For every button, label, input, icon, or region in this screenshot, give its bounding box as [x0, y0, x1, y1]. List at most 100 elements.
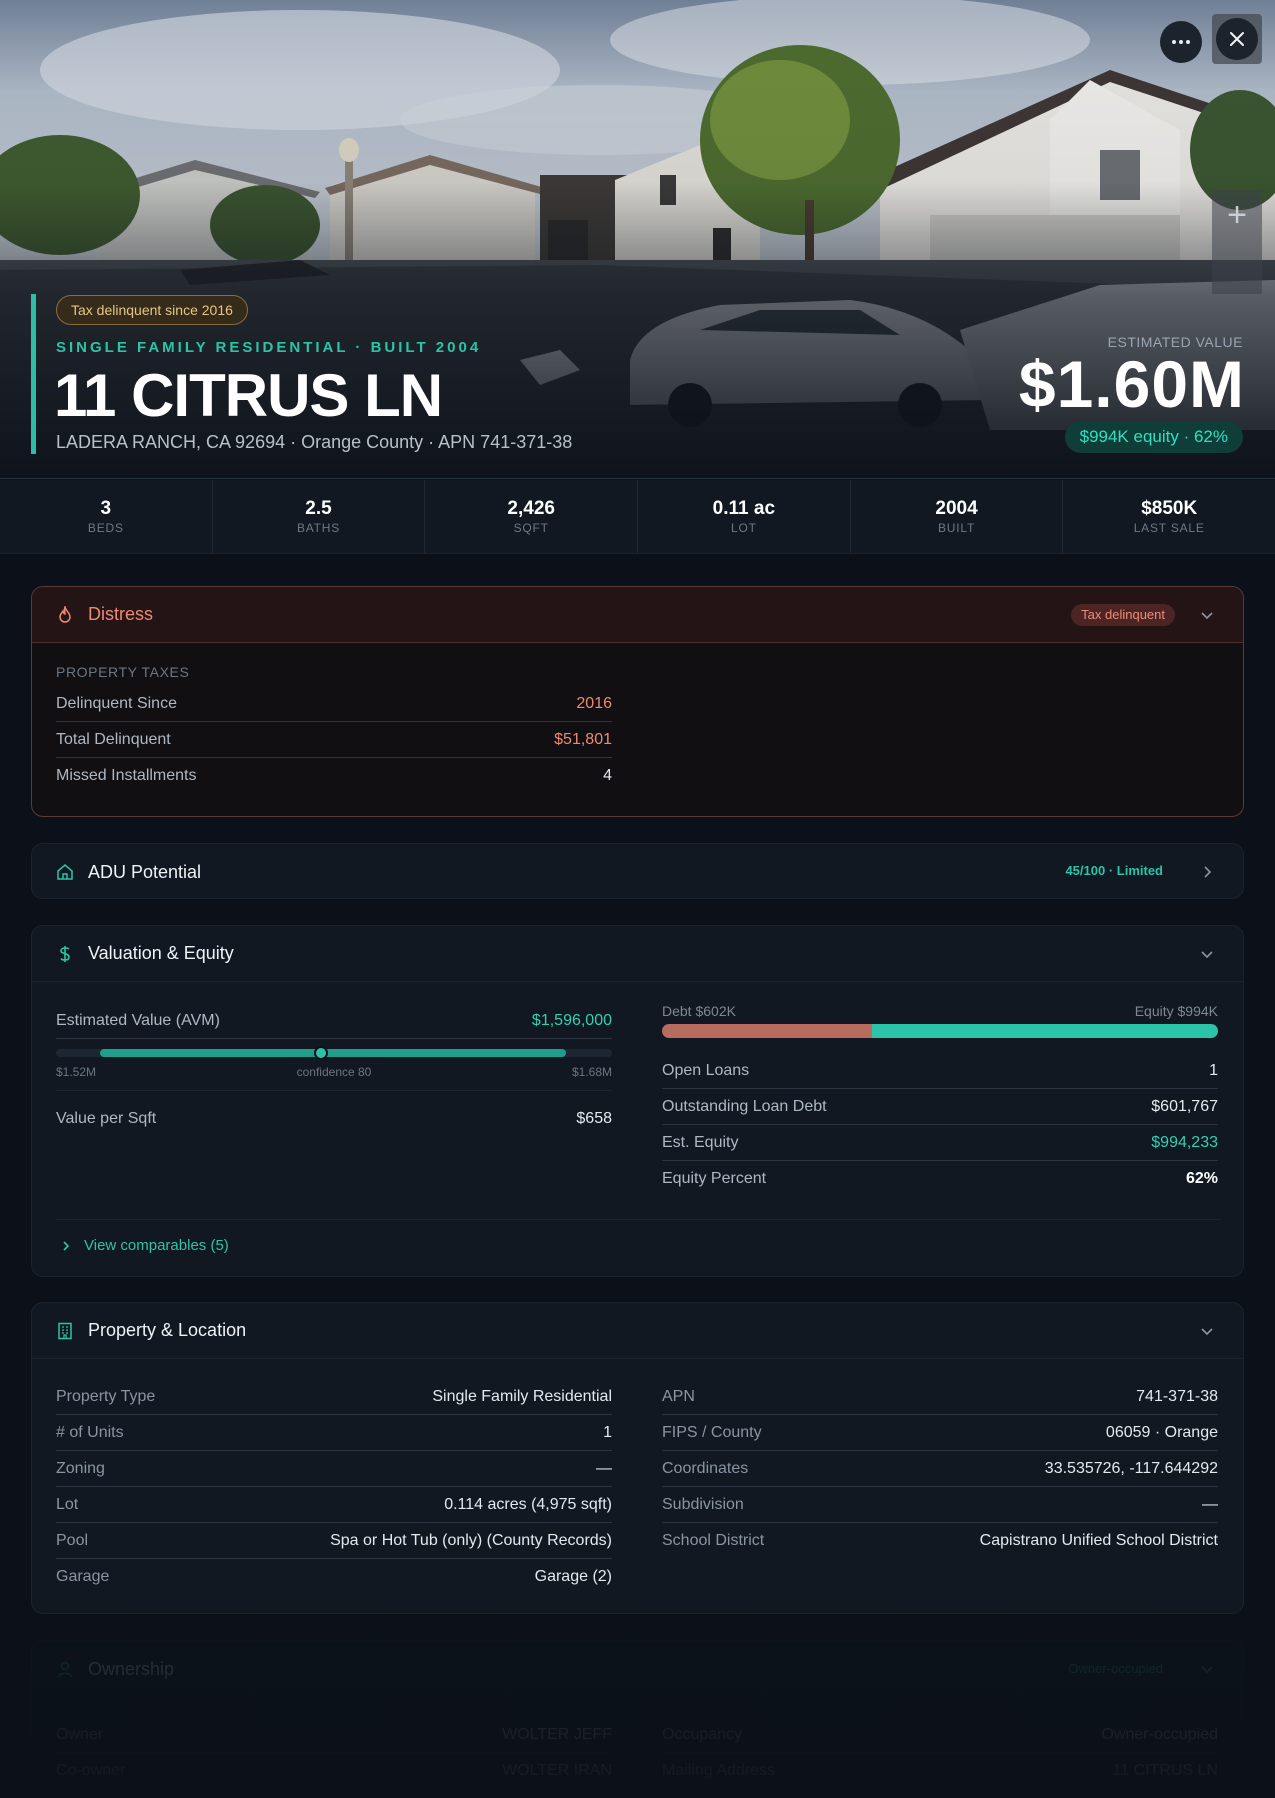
kv-value: — [1202, 1495, 1218, 1513]
kv-label: Subdivision [662, 1495, 744, 1513]
avm-row: Estimated Value (AVM) $1,596,000 [56, 1003, 612, 1039]
kv-label: Total Delinquent [56, 730, 171, 748]
kv-row: Property Type Single Family Residential [56, 1379, 612, 1415]
property-address-line: LADERA RANCH, CA 92694 · Orange County ·… [56, 432, 573, 452]
property-address-title: 11 CITRUS LN [54, 362, 443, 429]
stat-built: 2004 BUILT [851, 480, 1064, 553]
stat-value: 2.5 [305, 498, 332, 519]
kv-label: Property Type [56, 1387, 156, 1405]
valuation-equity-card: Valuation & Equity Estimated Value (AVM)… [31, 925, 1244, 1277]
more-options-button[interactable] [1160, 21, 1202, 63]
avm-range-fill [100, 1049, 566, 1057]
chevron-down-icon[interactable] [1197, 605, 1217, 625]
kv-label: Co-owner [56, 1762, 126, 1779]
value-per-sqft-row: Value per Sqft $658 [56, 1091, 612, 1147]
stat-value: 3 [100, 498, 112, 519]
kv-label: Value per Sqft [56, 1110, 157, 1127]
adu-score-badge: 45/100 · Limited [1065, 863, 1163, 878]
view-comparables-link[interactable]: View comparables (5) [60, 1237, 229, 1254]
kv-row: Missed Installments 4 [56, 758, 612, 794]
adu-title: ADU Potential [88, 861, 202, 882]
kv-row: Delinquent Since 2016 [56, 686, 612, 722]
kv-value: 06059 · Orange [1105, 1423, 1218, 1441]
home-icon [56, 863, 74, 881]
tax-delinquent-pill: Tax delinquent since 2016 [56, 295, 248, 325]
close-button[interactable] [1212, 14, 1262, 64]
stat-baths: 2.5 BATHS [213, 480, 426, 553]
stat-value: 2,426 [507, 498, 555, 519]
chevron-down-icon[interactable] [1197, 1659, 1217, 1679]
kv-value: WOLTER IRAN [502, 1762, 612, 1779]
kv-row: Garage Garage (2) [56, 1559, 612, 1595]
kv-row: Pool Spa or Hot Tub (only) (County Record… [56, 1523, 612, 1559]
chevron-right-icon[interactable] [1197, 862, 1217, 882]
building-icon [56, 1322, 74, 1340]
debt-label: Debt $602K [662, 1003, 736, 1019]
property-right-column: APN 741-371-38 FIPS / County 06059 · Orang… [662, 1379, 1218, 1559]
kv-label: Occupancy [662, 1725, 743, 1743]
debt-equity-bar: Debt $602K Equity $994K [662, 1003, 1218, 1045]
distress-title: Distress [88, 604, 154, 624]
equity-pill: $994K equity · 62% [1064, 421, 1243, 453]
stat-last-sale: $850K LAST SALE [1063, 480, 1275, 553]
kv-value: Capistrano Unified School District [979, 1532, 1218, 1549]
owner-occupied-badge: Owner-occupied [1068, 1661, 1163, 1676]
stat-label: BATHS [296, 521, 341, 535]
kv-value: $601,767 [1151, 1097, 1218, 1115]
ownership-title: Ownership [88, 1658, 175, 1679]
kv-label: Missed Installments [56, 767, 197, 784]
kv-row: Subdivision — [662, 1487, 1218, 1523]
kv-value: Single Family Residential [432, 1387, 612, 1405]
kv-value: Spa or Hot Tub (only) (County Records) [330, 1531, 612, 1549]
kv-label: FIPS / County [662, 1423, 762, 1441]
kv-label: Lot [56, 1495, 79, 1513]
kv-value: 1 [603, 1423, 612, 1441]
distress-header[interactable]: Distress Tax delinquent [32, 587, 1243, 643]
kv-value: 33.535726, -117.644292 [1044, 1459, 1218, 1477]
stat-sqft: 2,426 SQFT [425, 480, 639, 553]
zoom-control[interactable]: + [1212, 190, 1262, 294]
adu-potential-card[interactable]: ADU Potential 45/100 · Limited [31, 843, 1244, 899]
kv-label: Equity Percent [662, 1170, 767, 1187]
ownership-card: Ownership Owner-occupied Owner WOLTER JEF… [31, 1640, 1244, 1798]
stat-beds: 3 BEDS [0, 480, 213, 553]
ownership-left-column: Owner WOLTER JEFF Co-owner WOLTER IRAN [56, 1717, 612, 1789]
kv-value: 741-371-38 [1136, 1387, 1218, 1405]
kv-row: Zoning — [56, 1451, 612, 1487]
equity-bar-segment [871, 1024, 1218, 1038]
kv-row: APN 741-371-38 [662, 1379, 1218, 1415]
kv-label: Garage [56, 1568, 110, 1585]
ownership-right-column: Occupancy Owner-occupied Mailing Address 1… [662, 1717, 1218, 1789]
range-high: $1.68M [571, 1065, 612, 1079]
chevron-down-icon[interactable] [1197, 944, 1217, 964]
kv-label: Open Loans [662, 1061, 750, 1079]
adu-header[interactable]: ADU Potential 45/100 · Limited [32, 844, 1243, 900]
view-comparables-label[interactable]: View comparables (5) [84, 1237, 229, 1254]
kv-row: Total Delinquent $51,801 [56, 722, 612, 758]
plus-icon[interactable]: + [1212, 190, 1262, 240]
stat-label: LOT [730, 521, 757, 535]
kv-row: School District Capistrano Unified School… [662, 1523, 1218, 1559]
kv-value: 0.114 acres (4,975 sqft) [444, 1495, 612, 1513]
valuation-header[interactable]: Valuation & Equity [32, 926, 1243, 982]
property-location-card: Property & Location Property Type Single … [31, 1302, 1244, 1614]
kv-row: # of Units 1 [56, 1415, 612, 1451]
more-horizontal-icon [1172, 40, 1190, 44]
kv-row: Open Loans 1 [662, 1053, 1218, 1089]
kv-label: APN [662, 1387, 695, 1405]
kv-value: $1,596,000 [531, 1011, 612, 1029]
chevron-down-icon[interactable] [1197, 1321, 1217, 1341]
kv-value: 11 CITRUS LN [1112, 1762, 1218, 1779]
tax-delinquent-badge: Tax delinquent [1071, 604, 1175, 626]
property-header[interactable]: Property & Location [32, 1303, 1243, 1359]
property-subtitle: SINGLE FAMILY RESIDENTIAL · BUILT 2004 [56, 339, 482, 356]
divider [56, 1219, 1221, 1220]
chevron-right-icon [63, 1240, 70, 1251]
kv-value: $658 [576, 1110, 612, 1127]
kv-label: Coordinates [662, 1459, 749, 1477]
stat-value: 0.11 ac [712, 498, 776, 519]
kv-value: 1 [1209, 1061, 1218, 1079]
kv-value: 2016 [576, 694, 612, 712]
kv-label: School District [662, 1532, 765, 1549]
ownership-header[interactable]: Ownership Owner-occupied [32, 1641, 1243, 1697]
